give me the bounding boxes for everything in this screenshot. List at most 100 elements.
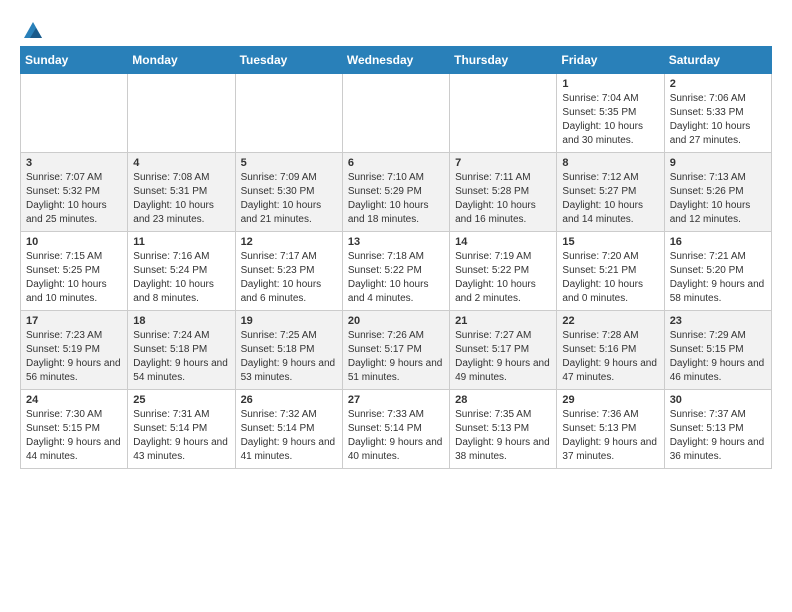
day-number: 5 bbox=[241, 157, 337, 169]
day-info: Sunrise: 7:23 AMSunset: 5:19 PMDaylight:… bbox=[26, 329, 122, 385]
calendar-cell: 11 Sunrise: 7:16 AMSunset: 5:24 PMDayligh… bbox=[128, 232, 235, 311]
day-info: Sunrise: 7:26 AMSunset: 5:17 PMDaylight:… bbox=[348, 329, 444, 385]
day-info: Sunrise: 7:13 AMSunset: 5:26 PMDaylight:… bbox=[670, 171, 766, 227]
day-info: Sunrise: 7:10 AMSunset: 5:29 PMDaylight:… bbox=[348, 171, 444, 227]
calendar-cell: 17 Sunrise: 7:23 AMSunset: 5:19 PMDayligh… bbox=[21, 311, 128, 390]
calendar-cell: 27Sunrise: 7:33 AMSunset: 5:14 PMDayligh… bbox=[342, 390, 449, 469]
calendar-cell: 15 Sunrise: 7:20 AMSunset: 5:21 PMDayligh… bbox=[557, 232, 664, 311]
calendar-table: SundayMondayTuesdayWednesdayThursdayFrid… bbox=[20, 46, 772, 469]
day-number: 30 bbox=[670, 394, 766, 406]
calendar-cell bbox=[128, 74, 235, 153]
day-info: Sunrise: 7:29 AMSunset: 5:15 PMDaylight:… bbox=[670, 329, 766, 385]
day-number: 11 bbox=[133, 236, 229, 248]
calendar-cell: 8 Sunrise: 7:12 AMSunset: 5:27 PMDaylight… bbox=[557, 153, 664, 232]
day-number: 13 bbox=[348, 236, 444, 248]
day-info: Sunrise: 7:07 AMSunset: 5:32 PMDaylight:… bbox=[26, 171, 122, 227]
day-number: 21 bbox=[455, 315, 551, 327]
day-number: 4 bbox=[133, 157, 229, 169]
day-info: Sunrise: 7:30 AMSunset: 5:15 PMDaylight:… bbox=[26, 408, 122, 464]
calendar-cell bbox=[235, 74, 342, 153]
day-info: Sunrise: 7:19 AMSunset: 5:22 PMDaylight:… bbox=[455, 250, 551, 306]
calendar-cell: 25 Sunrise: 7:31 AMSunset: 5:14 PMDayligh… bbox=[128, 390, 235, 469]
day-number: 15 bbox=[562, 236, 658, 248]
calendar-week-row: 3 Sunrise: 7:07 AMSunset: 5:32 PMDaylight… bbox=[21, 153, 772, 232]
header bbox=[20, 20, 772, 40]
calendar-header-saturday: Saturday bbox=[664, 47, 771, 74]
calendar-cell: 21 Sunrise: 7:27 AMSunset: 5:17 PMDayligh… bbox=[450, 311, 557, 390]
calendar-cell: 1 Sunrise: 7:04 AMSunset: 5:35 PMDaylight… bbox=[557, 74, 664, 153]
day-number: 18 bbox=[133, 315, 229, 327]
day-number: 12 bbox=[241, 236, 337, 248]
day-info: Sunrise: 7:08 AMSunset: 5:31 PMDaylight:… bbox=[133, 171, 229, 227]
calendar-cell: 28Sunrise: 7:35 AMSunset: 5:13 PMDayligh… bbox=[450, 390, 557, 469]
calendar-cell bbox=[342, 74, 449, 153]
day-number: 9 bbox=[670, 157, 766, 169]
day-info: Sunrise: 7:37 AMSunset: 5:13 PMDaylight:… bbox=[670, 408, 766, 464]
calendar-cell: 22 Sunrise: 7:28 AMSunset: 5:16 PMDayligh… bbox=[557, 311, 664, 390]
day-info: Sunrise: 7:31 AMSunset: 5:14 PMDaylight:… bbox=[133, 408, 229, 464]
day-number: 1 bbox=[562, 78, 658, 90]
calendar-header-thursday: Thursday bbox=[450, 47, 557, 74]
day-info: Sunrise: 7:12 AMSunset: 5:27 PMDaylight:… bbox=[562, 171, 658, 227]
calendar-cell: 10Sunrise: 7:15 AMSunset: 5:25 PMDayligh… bbox=[21, 232, 128, 311]
calendar-cell: 29 Sunrise: 7:36 AMSunset: 5:13 PMDayligh… bbox=[557, 390, 664, 469]
calendar-header-friday: Friday bbox=[557, 47, 664, 74]
day-number: 22 bbox=[562, 315, 658, 327]
calendar-cell bbox=[450, 74, 557, 153]
day-number: 10 bbox=[26, 236, 122, 248]
day-number: 27 bbox=[348, 394, 444, 406]
day-number: 3 bbox=[26, 157, 122, 169]
calendar-cell: 7 Sunrise: 7:11 AMSunset: 5:28 PMDaylight… bbox=[450, 153, 557, 232]
day-number: 8 bbox=[562, 157, 658, 169]
day-info: Sunrise: 7:16 AMSunset: 5:24 PMDaylight:… bbox=[133, 250, 229, 306]
calendar-week-row: 10Sunrise: 7:15 AMSunset: 5:25 PMDayligh… bbox=[21, 232, 772, 311]
calendar-header-tuesday: Tuesday bbox=[235, 47, 342, 74]
calendar-cell: 9 Sunrise: 7:13 AMSunset: 5:26 PMDaylight… bbox=[664, 153, 771, 232]
calendar-cell: 14 Sunrise: 7:19 AMSunset: 5:22 PMDayligh… bbox=[450, 232, 557, 311]
day-info: Sunrise: 7:28 AMSunset: 5:16 PMDaylight:… bbox=[562, 329, 658, 385]
day-info: Sunrise: 7:36 AMSunset: 5:13 PMDaylight:… bbox=[562, 408, 658, 464]
day-info: Sunrise: 7:27 AMSunset: 5:17 PMDaylight:… bbox=[455, 329, 551, 385]
day-number: 25 bbox=[133, 394, 229, 406]
day-info: Sunrise: 7:32 AMSunset: 5:14 PMDaylight:… bbox=[241, 408, 337, 464]
day-info: Sunrise: 7:25 AMSunset: 5:18 PMDaylight:… bbox=[241, 329, 337, 385]
day-info: Sunrise: 7:20 AMSunset: 5:21 PMDaylight:… bbox=[562, 250, 658, 306]
day-number: 14 bbox=[455, 236, 551, 248]
calendar-header-sunday: Sunday bbox=[21, 47, 128, 74]
day-info: Sunrise: 7:04 AMSunset: 5:35 PMDaylight:… bbox=[562, 92, 658, 148]
logo bbox=[20, 20, 44, 40]
day-number: 17 bbox=[26, 315, 122, 327]
calendar-cell: 5 Sunrise: 7:09 AMSunset: 5:30 PMDaylight… bbox=[235, 153, 342, 232]
day-number: 16 bbox=[670, 236, 766, 248]
calendar-cell: 20 Sunrise: 7:26 AMSunset: 5:17 PMDayligh… bbox=[342, 311, 449, 390]
calendar-cell: 23Sunrise: 7:29 AMSunset: 5:15 PMDayligh… bbox=[664, 311, 771, 390]
day-number: 2 bbox=[670, 78, 766, 90]
calendar-header-monday: Monday bbox=[128, 47, 235, 74]
calendar-cell: 2 Sunrise: 7:06 AMSunset: 5:33 PMDaylight… bbox=[664, 74, 771, 153]
calendar-cell: 19 Sunrise: 7:25 AMSunset: 5:18 PMDayligh… bbox=[235, 311, 342, 390]
day-number: 29 bbox=[562, 394, 658, 406]
day-number: 20 bbox=[348, 315, 444, 327]
calendar-cell: 3 Sunrise: 7:07 AMSunset: 5:32 PMDaylight… bbox=[21, 153, 128, 232]
day-number: 19 bbox=[241, 315, 337, 327]
day-info: Sunrise: 7:09 AMSunset: 5:30 PMDaylight:… bbox=[241, 171, 337, 227]
calendar-header-wednesday: Wednesday bbox=[342, 47, 449, 74]
calendar-cell: 12 Sunrise: 7:17 AMSunset: 5:23 PMDayligh… bbox=[235, 232, 342, 311]
day-info: Sunrise: 7:06 AMSunset: 5:33 PMDaylight:… bbox=[670, 92, 766, 148]
day-info: Sunrise: 7:35 AMSunset: 5:13 PMDaylight:… bbox=[455, 408, 551, 464]
day-info: Sunrise: 7:11 AMSunset: 5:28 PMDaylight:… bbox=[455, 171, 551, 227]
logo-icon bbox=[22, 20, 44, 42]
calendar-cell: 4 Sunrise: 7:08 AMSunset: 5:31 PMDaylight… bbox=[128, 153, 235, 232]
day-info: Sunrise: 7:18 AMSunset: 5:22 PMDaylight:… bbox=[348, 250, 444, 306]
calendar-cell bbox=[21, 74, 128, 153]
calendar-cell: 26Sunrise: 7:32 AMSunset: 5:14 PMDayligh… bbox=[235, 390, 342, 469]
day-info: Sunrise: 7:24 AMSunset: 5:18 PMDaylight:… bbox=[133, 329, 229, 385]
calendar-header-row: SundayMondayTuesdayWednesdayThursdayFrid… bbox=[21, 47, 772, 74]
day-number: 6 bbox=[348, 157, 444, 169]
calendar-week-row: 17 Sunrise: 7:23 AMSunset: 5:19 PMDayligh… bbox=[21, 311, 772, 390]
day-number: 7 bbox=[455, 157, 551, 169]
calendar-cell: 30 Sunrise: 7:37 AMSunset: 5:13 PMDayligh… bbox=[664, 390, 771, 469]
calendar-cell: 6 Sunrise: 7:10 AMSunset: 5:29 PMDaylight… bbox=[342, 153, 449, 232]
day-info: Sunrise: 7:21 AMSunset: 5:20 PMDaylight:… bbox=[670, 250, 766, 306]
day-info: Sunrise: 7:17 AMSunset: 5:23 PMDaylight:… bbox=[241, 250, 337, 306]
